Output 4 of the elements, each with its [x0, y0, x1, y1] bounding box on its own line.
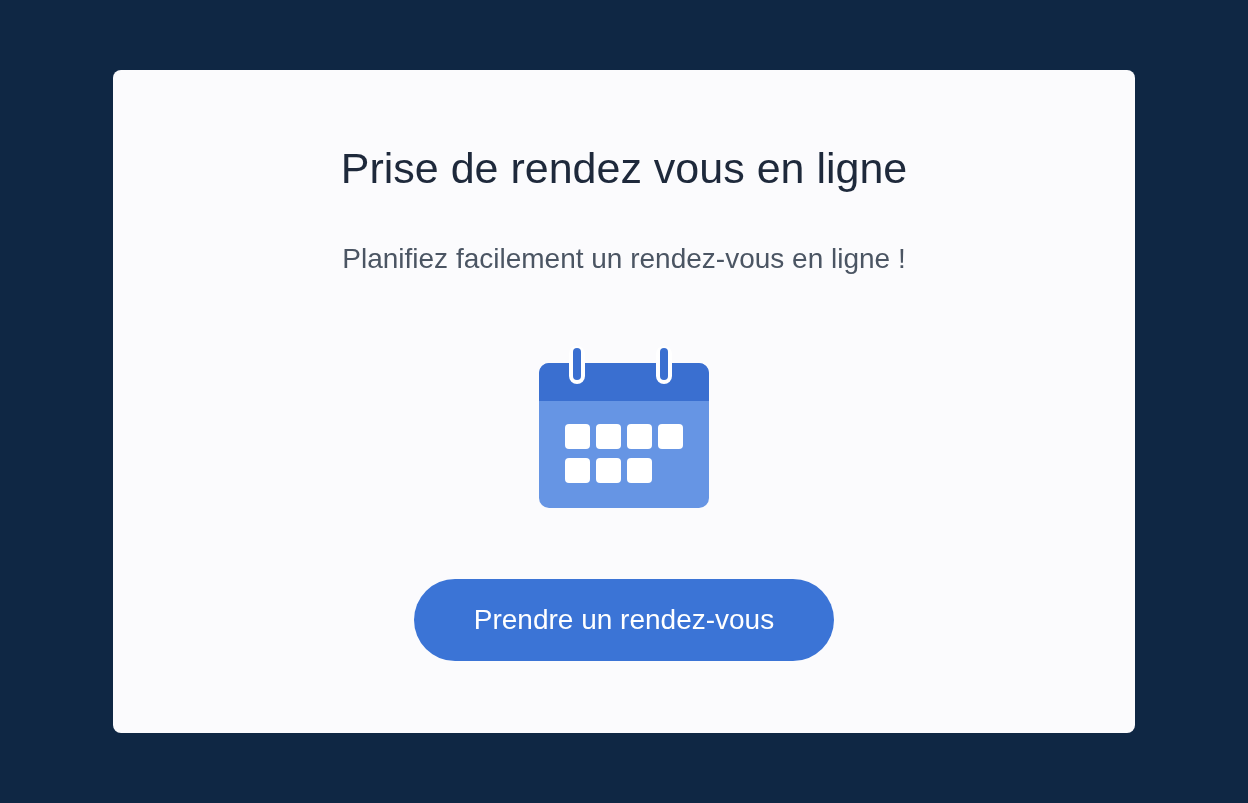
card-title: Prise de rendez vous en ligne	[340, 143, 908, 194]
calendar-icon	[539, 346, 709, 508]
book-appointment-button[interactable]: Prendre un rendez-vous	[414, 579, 834, 661]
card-subtitle: Planifiez facilement un rendez-vous en ligne !	[342, 242, 906, 276]
